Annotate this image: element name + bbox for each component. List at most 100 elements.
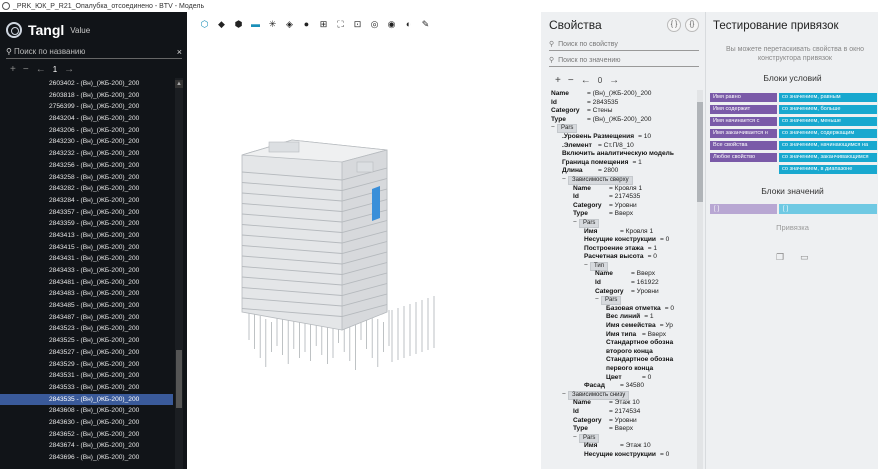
property-key[interactable]: Граница помещения <box>562 159 628 168</box>
element-list-item[interactable]: 2843523 - (Вн)_(ЖБ-200)_200 <box>0 323 173 335</box>
property-key[interactable]: Имя типа <box>606 331 638 340</box>
element-list-item[interactable]: 2843232 - (Вн)_(ЖБ-200)_200 <box>0 148 173 160</box>
clear-icon[interactable]: × <box>177 47 182 57</box>
element-list-item[interactable]: 2843359 - (Вн)_(ЖБ-200)_200 <box>0 218 173 230</box>
condition-block-name[interactable]: Имя начинается с <box>710 117 777 126</box>
property-key[interactable]: Type <box>573 210 605 219</box>
element-list-item[interactable]: 2843204 - (Вн)_(ЖБ-200)_200 <box>0 113 173 125</box>
condition-block-value[interactable]: со значением, равным <box>779 93 877 102</box>
condition-block-name[interactable]: Имя равно <box>710 93 777 102</box>
condition-block-value[interactable]: со значением, содержащим <box>779 129 877 138</box>
element-list-item[interactable]: 2756399 - (Вн)_(ЖБ-200)_200 <box>0 101 173 113</box>
condition-block-value[interactable]: со значением, в диапазоне <box>779 165 877 174</box>
element-list-item[interactable]: 2843433 - (Вн)_(ЖБ-200)_200 <box>0 265 173 277</box>
element-list-item[interactable]: 2843258 - (Вн)_(ЖБ-200)_200 <box>0 172 173 184</box>
property-key[interactable]: .Элемент <box>562 142 594 151</box>
property-key[interactable]: Type <box>551 116 583 125</box>
element-list-item[interactable]: 2843415 - (Вн)_(ЖБ-200)_200 <box>0 242 173 254</box>
condition-block-name[interactable]: Имя заканчивается н <box>710 129 777 138</box>
property-key[interactable]: Цвет <box>606 374 638 383</box>
property-key[interactable]: Имя <box>584 228 616 237</box>
search-by-name-input[interactable]: ⚲ Поиск по названию × <box>6 45 182 59</box>
element-list-item[interactable]: 2843535 - (Вн)_(ЖБ-200)_200 <box>0 393 173 406</box>
property-key[interactable]: Name <box>573 185 605 194</box>
add-icon[interactable]: + <box>10 64 16 75</box>
property-key[interactable]: Вес линий <box>606 313 640 322</box>
property-key[interactable]: Стандартное обозна <box>606 339 673 348</box>
prev-page-icon[interactable]: ← <box>581 75 591 86</box>
element-list-item[interactable]: 2843608 - (Вн)_(ЖБ-200)_200 <box>0 405 173 417</box>
copy-icon[interactable]: ❐ <box>776 252 784 263</box>
property-key[interactable]: Имя <box>584 442 616 451</box>
element-list-item[interactable]: 2843696 - (Вн)_(ЖБ-200)_200 <box>0 452 173 464</box>
property-key[interactable]: Фасад <box>584 382 616 391</box>
element-list-item[interactable]: 2843525 - (Вн)_(ЖБ-200)_200 <box>0 335 173 347</box>
property-key[interactable]: Id <box>573 408 605 417</box>
element-list-item[interactable]: 2843674 - (Вн)_(ЖБ-200)_200 <box>0 440 173 452</box>
remove-icon[interactable]: − <box>23 64 29 75</box>
property-key[interactable]: первого конца <box>606 365 653 374</box>
collapse-all-icon[interactable]: − <box>568 75 574 86</box>
property-key[interactable]: Id <box>551 99 583 108</box>
property-key[interactable]: Расчетная высота <box>584 253 644 262</box>
property-key[interactable]: Длина <box>562 167 594 176</box>
property-key[interactable]: Стандартное обозна <box>606 356 673 365</box>
element-list-item[interactable]: 2843529 - (Вн)_(ЖБ-200)_200 <box>0 359 173 371</box>
element-list-item[interactable]: 2843413 - (Вн)_(ЖБ-200)_200 <box>0 230 173 242</box>
expand-all-icon[interactable]: + <box>555 75 561 86</box>
property-key[interactable]: Name <box>595 270 627 279</box>
property-key[interactable]: Имя семейства <box>606 322 656 331</box>
property-key[interactable]: Category <box>551 107 583 116</box>
element-list-item[interactable]: 2843527 - (Вн)_(ЖБ-200)_200 <box>0 347 173 359</box>
element-list-item[interactable]: 2843481 - (Вн)_(ЖБ-200)_200 <box>0 277 173 289</box>
element-list-item[interactable]: 2843230 - (Вн)_(ЖБ-200)_200 <box>0 136 173 148</box>
element-list-item[interactable]: 2843431 - (Вн)_(ЖБ-200)_200 <box>0 253 173 265</box>
scroll-thumb[interactable] <box>697 102 703 202</box>
model-viewer[interactable]: ⬡ ◆ ⬢ ▬ ✳ ◈ ● ⊞ ⛶ ⊡ ◎ ◉ ◐ ✎ <box>187 12 541 469</box>
condition-block-name[interactable]: Все свойства <box>710 141 777 150</box>
condition-block-value[interactable]: со значением, больше <box>779 105 877 114</box>
condition-block-name[interactable]: Имя содержит <box>710 105 777 114</box>
property-key[interactable]: Type <box>573 425 605 434</box>
next-page-icon[interactable]: → <box>64 64 74 75</box>
element-list-item[interactable]: 2843533 - (Вн)_(ЖБ-200)_200 <box>0 382 173 394</box>
scroll-up-icon[interactable]: ▲ <box>175 80 183 88</box>
condition-block-value[interactable]: со значением, заканчивающимся <box>779 153 877 162</box>
element-list-item[interactable]: 2843485 - (Вн)_(ЖБ-200)_200 <box>0 300 173 312</box>
selected-wall[interactable] <box>372 186 380 221</box>
property-key[interactable]: .Уровень Размещения <box>562 133 634 142</box>
value-block-right[interactable]: [ ] <box>779 204 877 214</box>
property-key[interactable]: Несущие конструкции <box>584 451 656 460</box>
element-list-item[interactable]: 2843483 - (Вн)_(ЖБ-200)_200 <box>0 288 173 300</box>
element-list-item[interactable]: 2843652 - (Вн)_(ЖБ-200)_200 <box>0 429 173 441</box>
property-key[interactable]: Id <box>573 193 605 202</box>
value-block-left[interactable]: [ ] <box>710 204 777 214</box>
element-list-item[interactable]: 2843284 - (Вн)_(ЖБ-200)_200 <box>0 195 173 207</box>
condition-block-name[interactable]: Любое свойство <box>710 153 777 162</box>
element-list-item[interactable]: 2843531 - (Вн)_(ЖБ-200)_200 <box>0 370 173 382</box>
condition-block-value[interactable]: со значением, меньше <box>779 117 877 126</box>
element-list-item[interactable]: 2843282 - (Вн)_(ЖБ-200)_200 <box>0 183 173 195</box>
element-list-item[interactable]: 2843357 - (Вн)_(ЖБ-200)_200 <box>0 207 173 219</box>
property-key[interactable]: Включить аналитическую модель <box>562 150 674 159</box>
element-list-item[interactable]: 2843256 - (Вн)_(ЖБ-200)_200 <box>0 160 173 172</box>
code-view-button[interactable]: { } <box>667 18 681 32</box>
properties-scrollbar[interactable] <box>697 90 703 469</box>
list-scrollbar[interactable]: ▲ <box>175 78 183 469</box>
next-page-icon[interactable]: → <box>609 75 619 86</box>
scroll-thumb[interactable] <box>176 350 182 408</box>
building-model[interactable] <box>187 12 541 469</box>
condition-block-value[interactable]: со значением, начинающимся на <box>779 141 877 150</box>
property-key[interactable]: Построение этажа <box>584 245 644 254</box>
property-key[interactable]: Category <box>573 417 605 426</box>
search-property-input[interactable]: ⚲ Поиск по свойству <box>549 38 699 51</box>
paste-icon[interactable]: ▭ <box>800 252 809 263</box>
property-key[interactable]: Name <box>551 90 583 99</box>
element-list-item[interactable]: 2843487 - (Вн)_(ЖБ-200)_200 <box>0 312 173 324</box>
element-list-item[interactable]: 2843206 - (Вн)_(ЖБ-200)_200 <box>0 125 173 137</box>
element-list-item[interactable]: 2843630 - (Вн)_(ЖБ-200)_200 <box>0 417 173 429</box>
prev-page-icon[interactable]: ← <box>36 64 46 75</box>
property-key[interactable]: Category <box>573 202 605 211</box>
element-list-item[interactable]: 2603402 - (Вн)_(ЖБ-200)_200 <box>0 78 173 90</box>
property-key[interactable]: Несущие конструкции <box>584 236 656 245</box>
